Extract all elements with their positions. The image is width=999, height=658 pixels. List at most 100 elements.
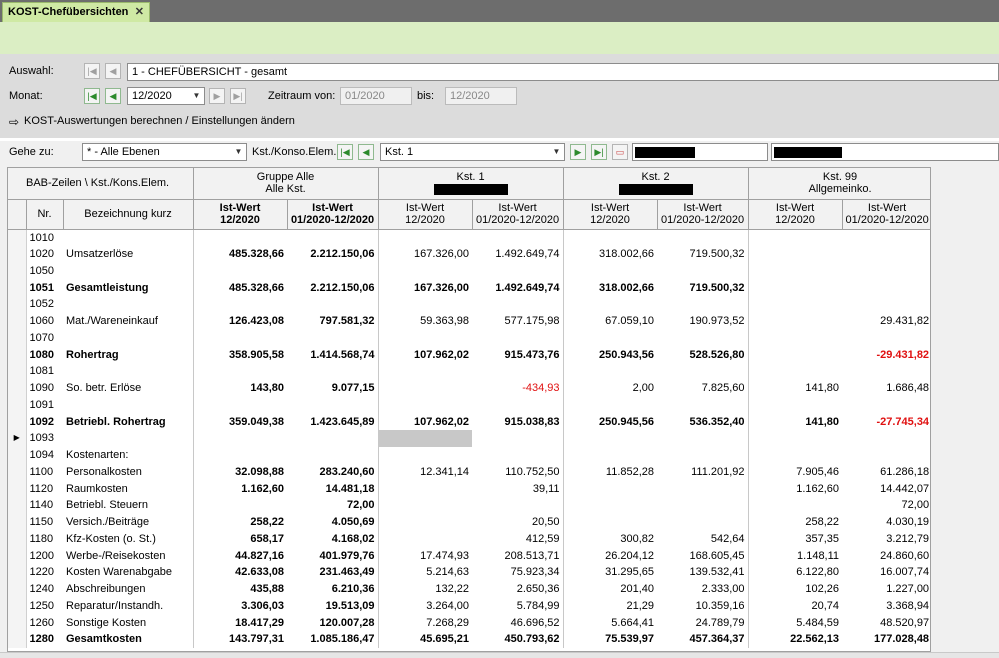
table-row[interactable]: 1180 Kfz-Kosten (o. St.) 658,17 4.168,02 412… xyxy=(8,530,930,548)
cell-value[interactable] xyxy=(192,296,288,313)
table-row[interactable]: 1200 Werbe-/Reisekosten 44.827,16 401.979,7… xyxy=(8,547,930,564)
cell-value[interactable]: 450.793,62 xyxy=(472,631,563,648)
cell-value[interactable] xyxy=(842,246,930,263)
cell-value[interactable] xyxy=(472,330,563,347)
cell-value[interactable] xyxy=(747,245,843,263)
cell-value[interactable] xyxy=(842,279,930,296)
cell-value[interactable]: 318.002,66 xyxy=(562,245,658,263)
cell-value[interactable]: 1.162,60 xyxy=(747,480,843,497)
cell-value[interactable] xyxy=(657,497,748,514)
cell-value[interactable]: 797.581,32 xyxy=(287,313,378,330)
table-row[interactable]: 1051 Gesamtleistung 485.328,66 2.212.150,06… xyxy=(8,279,930,296)
zeitraum-from-field[interactable]: 01/2020 xyxy=(340,87,412,105)
table-row[interactable]: 1100 Personalkosten 32.098,88 283.240,60 12.… xyxy=(8,463,930,481)
cell-value[interactable] xyxy=(657,363,748,380)
cell-value[interactable] xyxy=(842,430,930,447)
cell-value[interactable]: 457.364,37 xyxy=(657,631,748,648)
first-kst-icon[interactable]: |◀ xyxy=(337,144,353,160)
cell-value[interactable]: 61.286,18 xyxy=(842,464,930,481)
cell-value[interactable] xyxy=(562,363,658,380)
cell-value[interactable]: 1.423.645,89 xyxy=(287,413,378,430)
cell-value[interactable]: 6.210,36 xyxy=(287,581,378,598)
cell-value[interactable]: 143.797,31 xyxy=(192,631,288,648)
column-header-ist-wert[interactable]: Ist-Wert 12/2020 xyxy=(378,199,473,230)
cell-value[interactable]: 75.539,97 xyxy=(562,631,658,648)
cell-value[interactable]: 72,00 xyxy=(842,497,930,514)
cell-value[interactable] xyxy=(657,514,748,531)
cell-value[interactable]: -434,93 xyxy=(472,380,563,397)
cell-value[interactable]: 542,64 xyxy=(657,531,748,548)
cell-value[interactable]: 39,11 xyxy=(472,480,563,497)
cell-value[interactable]: 528.526,80 xyxy=(657,346,748,363)
cell-value[interactable] xyxy=(377,513,473,531)
cell-value[interactable] xyxy=(562,329,658,347)
cell-value[interactable]: 208.513,71 xyxy=(472,547,563,564)
table-row[interactable]: 1140 Betriebl. Steuern 72,00 72,00 xyxy=(8,497,930,514)
cell-value[interactable]: 1.148,11 xyxy=(747,547,843,564)
row-selector[interactable] xyxy=(8,580,27,598)
cell-value[interactable]: 2,00 xyxy=(562,379,658,397)
cell-value[interactable]: 102,26 xyxy=(747,580,843,598)
table-row[interactable]: 1094 Kostenarten: xyxy=(8,446,930,464)
cell-value[interactable] xyxy=(377,296,473,313)
table-row[interactable]: 1080 Rohertrag 358.905,58 1.414.568,74 107.9… xyxy=(8,346,930,363)
cell-value[interactable]: 44.827,16 xyxy=(192,547,288,564)
column-header-ist-wert[interactable]: Ist-Wert 01/2020-12/2020 xyxy=(842,199,930,230)
cell-value[interactable]: 59.363,98 xyxy=(377,312,473,330)
cell-value[interactable] xyxy=(747,262,843,280)
row-selector[interactable] xyxy=(8,262,27,280)
cell-value[interactable]: 258,22 xyxy=(192,513,288,531)
row-selector[interactable] xyxy=(8,229,27,246)
cell-value[interactable] xyxy=(377,379,473,397)
row-selector[interactable] xyxy=(8,614,27,631)
cell-value[interactable]: 5.784,99 xyxy=(472,598,563,615)
prev-icon[interactable]: ◀ xyxy=(105,63,121,79)
cell-value[interactable]: 357,35 xyxy=(747,530,843,548)
cell-value[interactable] xyxy=(377,480,473,497)
goto-select[interactable]: * - Alle Ebenen ▼ xyxy=(82,143,247,161)
table-row[interactable]: ▶ 1093 xyxy=(8,430,930,447)
cell-value[interactable] xyxy=(842,363,930,380)
cell-value[interactable] xyxy=(562,480,658,497)
chevron-down-icon[interactable]: ▼ xyxy=(189,88,204,104)
table-row[interactable]: 1260 Sonstige Kosten 18.417,29 120.007,28 7.… xyxy=(8,614,930,631)
cell-value[interactable]: 21,29 xyxy=(562,597,658,615)
cell-value[interactable] xyxy=(842,296,930,313)
cell-value[interactable] xyxy=(842,447,930,464)
cell-value[interactable]: 18.417,29 xyxy=(192,614,288,631)
row-selector[interactable] xyxy=(8,396,27,414)
cell-value[interactable] xyxy=(562,296,658,313)
kst-select[interactable]: Kst. 1 ▼ xyxy=(380,143,565,161)
cell-value[interactable] xyxy=(747,497,843,514)
cell-value[interactable] xyxy=(657,263,748,280)
cell-value[interactable]: 577.175,98 xyxy=(472,313,563,330)
column-header-ist-wert[interactable]: Ist-Wert 12/2020 xyxy=(748,199,843,230)
row-selector[interactable] xyxy=(8,379,27,397)
row-selector[interactable]: ▶ xyxy=(8,430,27,447)
cell-value[interactable]: 107.962,02 xyxy=(377,413,473,430)
cell-value[interactable]: 9.077,15 xyxy=(287,380,378,397)
cell-value[interactable] xyxy=(192,363,288,380)
cell-value[interactable] xyxy=(472,263,563,280)
row-selector[interactable] xyxy=(8,329,27,347)
cell-value[interactable]: 10.359,16 xyxy=(657,598,748,615)
cell-value[interactable]: 177.028,48 xyxy=(842,631,930,648)
cell-value[interactable]: 75.923,34 xyxy=(472,564,563,581)
cell-value[interactable]: 231.463,49 xyxy=(287,564,378,581)
cell-value[interactable] xyxy=(192,430,288,447)
cell-value[interactable]: 4.168,02 xyxy=(287,531,378,548)
cell-value[interactable] xyxy=(287,330,378,347)
cell-value[interactable] xyxy=(747,329,843,347)
row-selector[interactable] xyxy=(8,312,27,330)
table-row[interactable]: 1220 Kosten Warenabgabe 42.633,08 231.463,4… xyxy=(8,564,930,581)
cell-value[interactable]: 107.962,02 xyxy=(377,346,473,363)
monat-select[interactable]: 12/2020 ▼ xyxy=(127,87,205,105)
cell-value[interactable] xyxy=(377,446,473,464)
cell-value[interactable]: 915.473,76 xyxy=(472,346,563,363)
cell-value[interactable] xyxy=(287,296,378,313)
row-selector[interactable] xyxy=(8,513,27,531)
cell-value[interactable]: -27.745,34 xyxy=(842,413,930,430)
cell-value[interactable] xyxy=(192,446,288,464)
cell-value[interactable]: 14.442,07 xyxy=(842,480,930,497)
cell-value[interactable]: 1.085.186,47 xyxy=(287,631,378,648)
